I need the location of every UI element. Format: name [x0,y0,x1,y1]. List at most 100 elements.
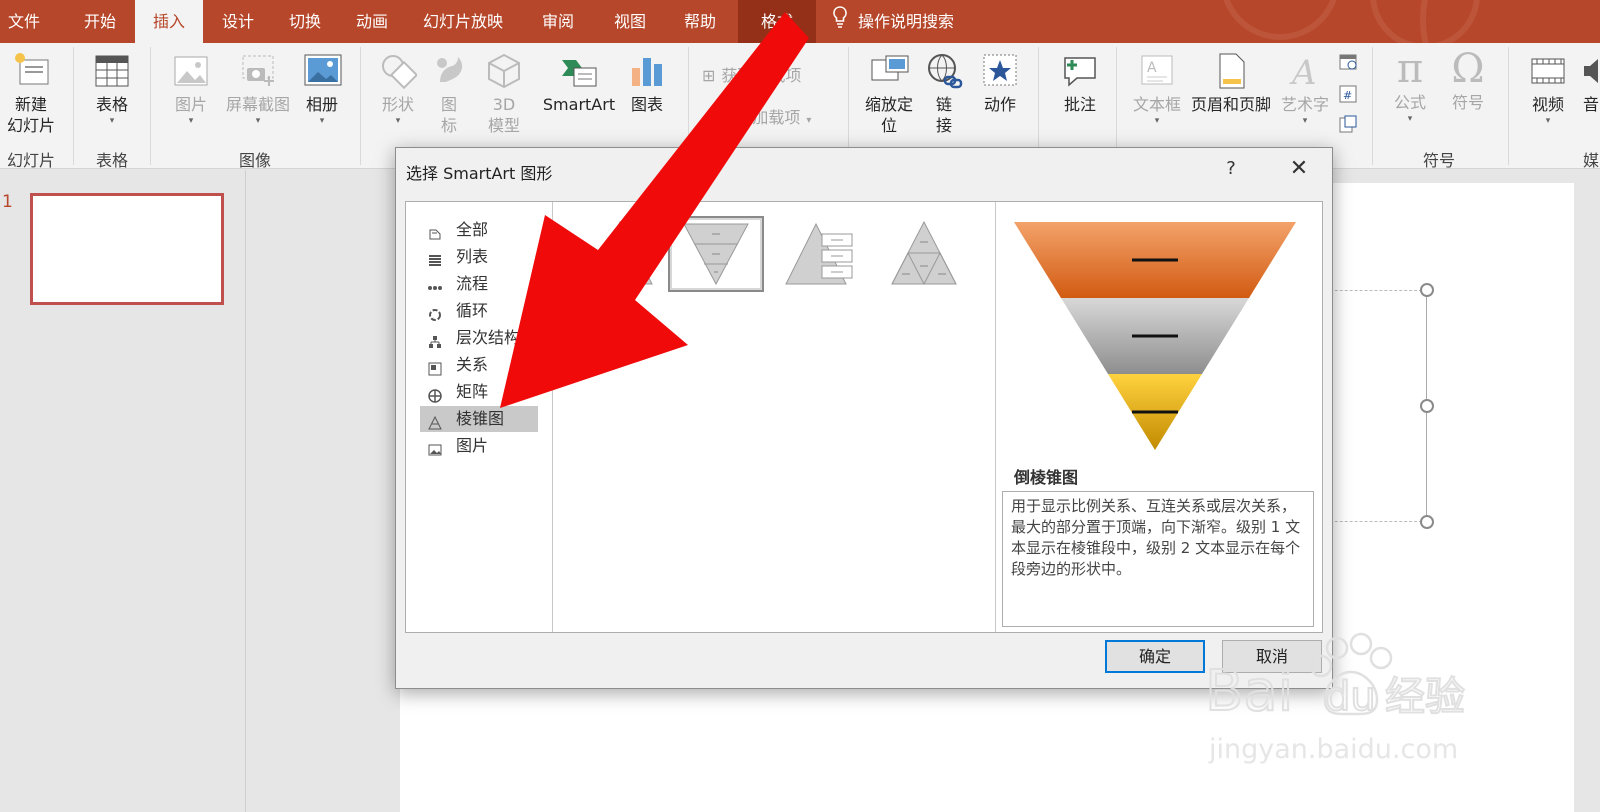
tab-format[interactable]: 格式 [738,0,816,43]
tab-review[interactable]: 审阅 [528,0,588,43]
icons-label-2: 标 [440,116,457,135]
chart-label: 图表 [630,95,663,114]
resize-handle[interactable] [1420,283,1434,297]
resize-handle[interactable] [1420,515,1434,529]
layout-inverted-pyramid[interactable] [668,216,764,292]
hierarchy-icon [428,331,442,348]
chevron-down-icon: ▾ [109,116,115,126]
symbol-button[interactable]: Ω 符号 [1444,49,1492,113]
segmented-pyramid-thumbnail [891,220,957,286]
tab-file[interactable]: 文件 [0,0,48,43]
photo-album-icon [303,52,342,90]
svg-text:A: A [1147,60,1157,76]
tab-slideshow[interactable]: 幻灯片放映 [412,0,514,43]
wordart-button[interactable]: A 艺术字 ▾ [1278,52,1332,127]
action-button[interactable]: 动作 [976,52,1024,115]
new-slide-button[interactable]: 新建 幻灯片 [0,52,62,136]
category-label: 矩阵 [456,382,489,401]
zoom-button[interactable]: 缩放定 位 [858,52,920,136]
comment-button[interactable]: 批注 [1054,52,1106,115]
picture-button[interactable]: 图片 ▾ [162,52,220,127]
3d-models-button[interactable]: 3D 模型 [482,52,526,136]
list-icon [428,250,442,266]
help-button[interactable]: ? [1216,154,1246,184]
object-icon[interactable] [1338,114,1358,134]
category-pyramid[interactable]: 棱锥图 [420,406,538,432]
chevron-down-icon: ▾ [806,115,812,126]
tab-help[interactable]: 帮助 [670,0,730,43]
group-divider [150,47,151,165]
wordart-icon: A [1286,52,1324,93]
ok-button[interactable]: 确定 [1105,640,1205,673]
category-label: 棱锥图 [456,409,505,428]
link-button[interactable]: 链 接 [922,52,966,136]
date-time-icon[interactable] [1338,52,1358,72]
tab-insert[interactable]: 插入 [135,0,203,43]
comment-label: 批注 [1063,95,1096,114]
cube-icon [485,52,523,90]
close-button[interactable]: ✕ [1284,154,1314,184]
category-list-item[interactable]: 列表 [420,244,538,270]
svg-text:A: A [1289,53,1317,90]
group-label-tables: 表格 [95,151,128,170]
layout-gallery [554,202,994,632]
cycle-icon [428,304,442,321]
chevron-down-icon: ▾ [255,116,261,126]
category-process[interactable]: 流程 [420,271,538,297]
photo-album-button[interactable]: 相册 ▾ [296,52,348,127]
chevron-down-icon: ▾ [1302,116,1308,126]
icons-button[interactable]: 图 标 [428,52,470,136]
my-addins-button[interactable]: ◈ 我的加载项 ▾ [702,104,842,128]
category-all[interactable]: 全部 [420,217,538,243]
3d-models-label-1: 3D [492,95,516,114]
matrix-icon [428,385,442,403]
resize-handle[interactable] [1420,399,1434,413]
category-relationship[interactable]: 关系 [420,352,538,378]
category-picture[interactable]: 图片 [420,433,538,459]
tab-home[interactable]: 开始 [70,0,130,43]
film-icon [1529,52,1567,90]
table-button[interactable]: 表格 ▾ [84,52,140,127]
lightbulb-icon [832,1,852,43]
group-label-images: 图像 [238,151,271,170]
pyramid-icon [428,412,442,430]
link-label-1: 链 [935,95,952,114]
textbox-label: 文本框 [1132,95,1181,114]
video-button[interactable]: 视频 ▾ [1520,52,1576,127]
category-label: 流程 [456,274,489,293]
slide-number-icon[interactable]: # [1338,84,1358,104]
speaker-icon [1582,52,1600,90]
header-footer-button[interactable]: 页眉和页脚 [1188,52,1274,115]
shapes-button[interactable]: 形状 ▾ [372,52,424,127]
audio-button[interactable]: 音 [1582,52,1600,115]
layout-basic-pyramid[interactable] [572,216,668,292]
get-addins-button[interactable]: ⊞ 获取加载项 [702,62,822,86]
group-divider [360,47,361,165]
smartart-button[interactable]: SmartArt [540,52,618,115]
textbox-button[interactable]: A 文本框 ▾ [1128,52,1186,127]
tab-transitions[interactable]: 切换 [275,0,335,43]
my-addins-label: 我的加载项 [720,108,801,127]
chart-button[interactable]: 图表 [622,52,672,115]
group-divider [1508,47,1509,165]
tell-me-search[interactable]: 操作说明搜索 [832,0,954,43]
category-matrix[interactable]: 矩阵 [420,379,538,405]
preview-pane: 倒棱锥图 用于显示比例关系、互连关系或层次关系，最大的部分置于顶端，向下渐窄。级… [995,202,1323,632]
slide-thumbnail[interactable] [30,193,224,305]
tab-design[interactable]: 设计 [208,0,268,43]
wordart-label: 艺术字 [1280,95,1329,114]
category-hierarchy[interactable]: 层次结构 [420,325,538,351]
get-addins-label: 获取加载项 [721,66,802,85]
screenshot-button[interactable]: 屏幕截图 ▾ [220,52,296,127]
action-label: 动作 [983,95,1016,114]
tab-animations[interactable]: 动画 [342,0,402,43]
inverted-pyramid-thumbnail [683,223,749,286]
layout-segmented-pyramid[interactable] [876,216,972,292]
globe-link-icon [925,52,963,90]
category-label: 图片 [456,436,489,455]
layout-pyramid-list[interactable] [780,216,876,292]
tab-view[interactable]: 视图 [600,0,660,43]
cancel-button[interactable]: 取消 [1222,640,1322,673]
equation-button[interactable]: π 公式 ▾ [1386,49,1434,125]
category-cycle[interactable]: 循环 [420,298,538,324]
